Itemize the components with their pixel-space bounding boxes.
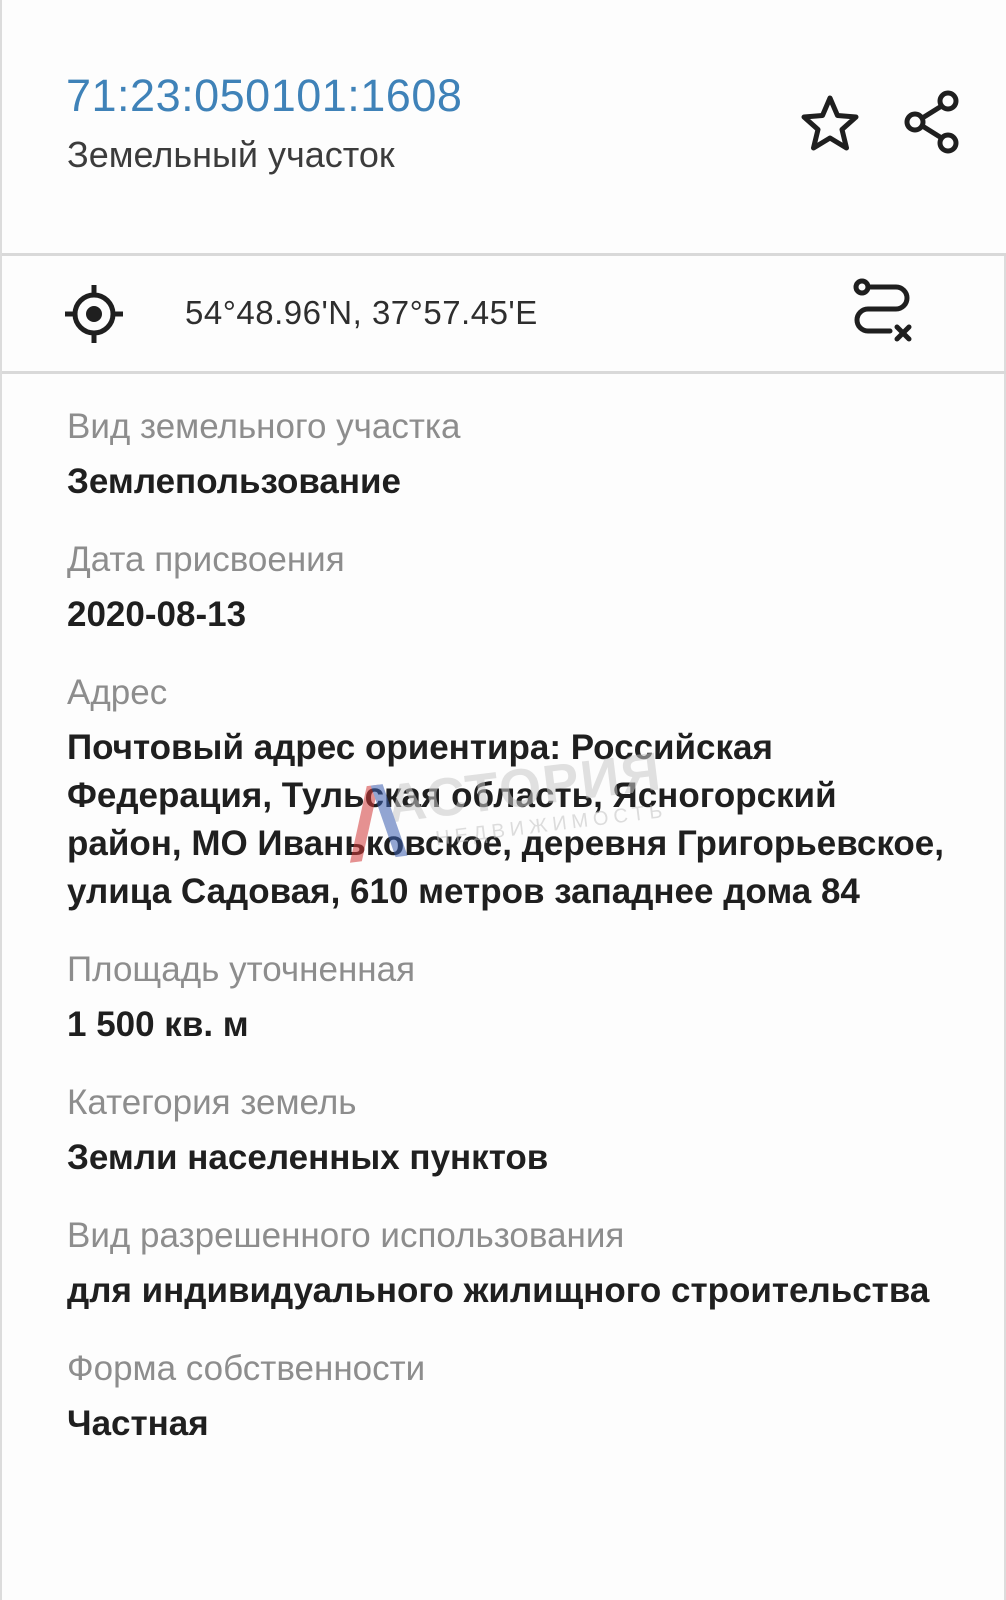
field-label: Категория земель xyxy=(67,1083,357,1122)
field-value: для индивидуального жилищного строительс… xyxy=(67,1271,930,1310)
favorite-button[interactable] xyxy=(792,86,868,162)
field-value: Землепользование xyxy=(67,462,402,501)
field-assignment-date: Дата присвоения 2020-08-13 xyxy=(67,537,947,639)
field-value: Частная xyxy=(67,1404,209,1443)
field-ownership-form: Форма собственности Частная xyxy=(67,1346,947,1448)
crosshair-icon xyxy=(65,285,123,343)
locate-button[interactable] xyxy=(56,276,132,352)
field-area: Площадь уточненная 1 500 кв. м xyxy=(67,947,947,1049)
coordinates-text[interactable]: 54°48.96'N, 37°57.45'E xyxy=(185,294,538,332)
cadastral-number[interactable]: 71:23:050101:1608 xyxy=(66,70,462,122)
property-fields: Вид земельного участка Землепользование … xyxy=(67,404,947,1479)
field-land-type: Вид земельного участка Землепользование xyxy=(67,404,947,506)
object-type-label: Земельный участок xyxy=(67,134,395,175)
field-value: 2020-08-13 xyxy=(67,595,247,634)
field-label: Вид разрешенного использования xyxy=(67,1216,625,1255)
field-label: Вид земельного участка xyxy=(67,407,461,446)
detail-card: 71:23:050101:1608 Земельный участок 54°4… xyxy=(0,0,1006,1600)
field-land-category: Категория земель Земли населенных пункто… xyxy=(67,1080,947,1182)
field-label: Форма собственности xyxy=(67,1349,426,1388)
card-header: 71:23:050101:1608 Земельный участок xyxy=(2,0,1006,256)
share-button[interactable] xyxy=(894,84,970,160)
field-value: Почтовый адрес ориентира: Российская Фед… xyxy=(67,728,944,911)
share-icon xyxy=(904,90,959,154)
field-permitted-use: Вид разрешенного использования для индив… xyxy=(67,1213,947,1315)
field-label: Площадь уточненная xyxy=(67,950,416,989)
field-value: Земли населенных пунктов xyxy=(67,1138,549,1177)
field-label: Адрес xyxy=(67,673,168,712)
star-outline-icon xyxy=(801,95,859,151)
field-value: 1 500 кв. м xyxy=(67,1005,249,1044)
route-icon xyxy=(853,278,912,342)
field-label: Дата присвоения xyxy=(67,540,345,579)
field-address: Адрес Почтовый адрес ориентира: Российск… xyxy=(67,670,947,916)
route-button[interactable] xyxy=(846,274,922,350)
coordinates-row: 54°48.96'N, 37°57.45'E xyxy=(2,256,1006,374)
